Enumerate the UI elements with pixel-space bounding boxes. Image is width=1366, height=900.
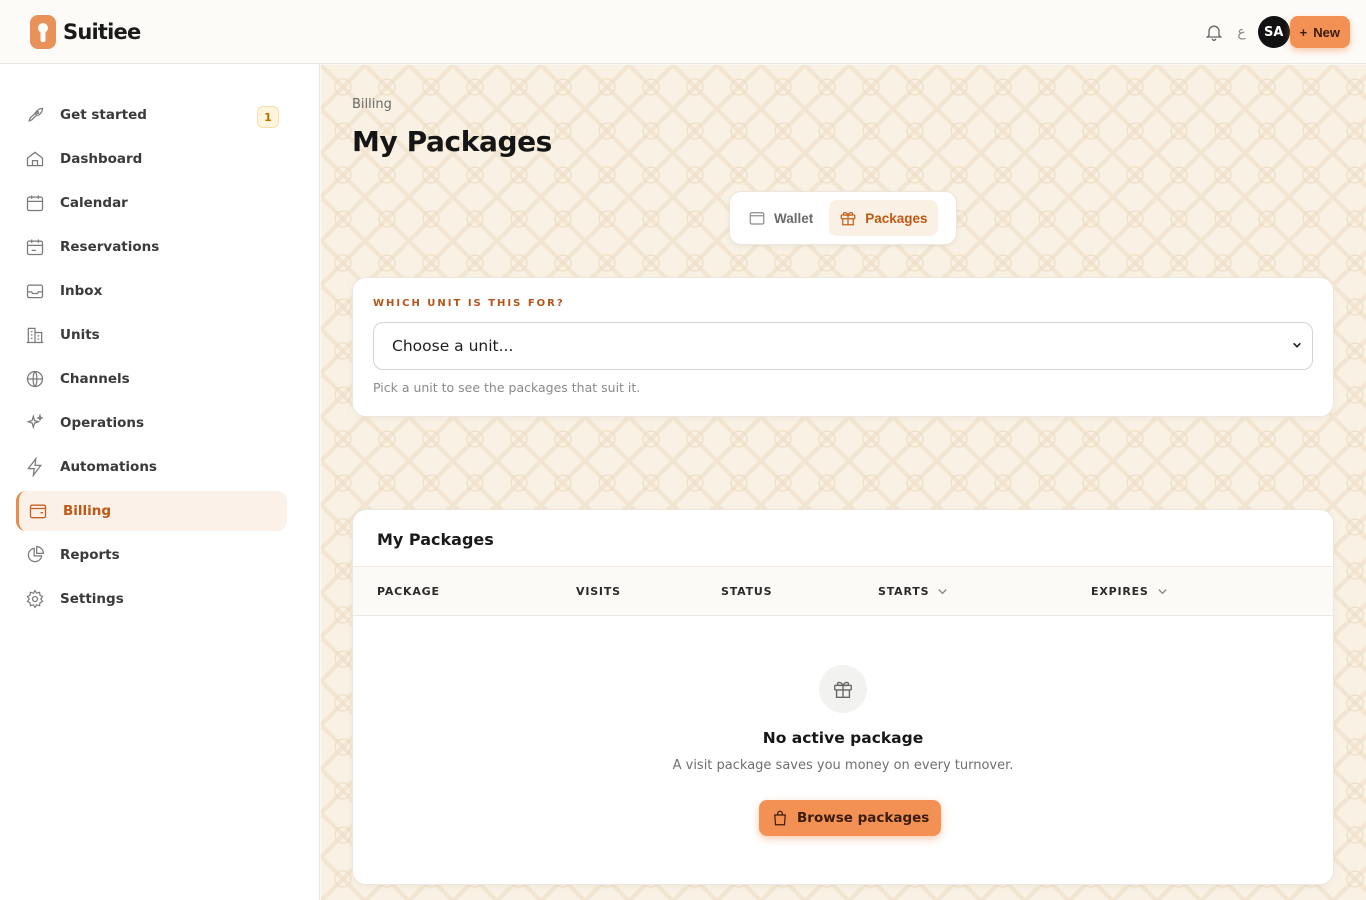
sidebar-item-label: Billing — [63, 503, 112, 519]
bell-icon — [1206, 25, 1223, 41]
rocket-icon — [24, 104, 46, 126]
plus-icon: + — [1299, 24, 1308, 40]
unit-picker-card: WHICH UNIT IS THIS FOR? Choose a unit...… — [352, 277, 1334, 417]
chevron-down-icon — [1292, 339, 1302, 353]
column-label: STATUS — [721, 585, 773, 598]
empty-state-title: No active package — [762, 729, 924, 747]
sidebar-item-label: Reservations — [60, 239, 160, 255]
wallet-icon — [749, 212, 765, 225]
column-status: STATUS — [721, 585, 772, 598]
sidebar-item-billing[interactable]: Billing — [16, 491, 287, 531]
new-button[interactable]: + New — [1289, 16, 1350, 48]
sidebar-item-reservations[interactable]: Reservations — [16, 227, 287, 267]
column-package: PACKAGE — [377, 585, 440, 598]
bolt-icon — [24, 456, 46, 478]
gear-icon — [24, 588, 46, 610]
sort-chevron-icon — [1158, 589, 1167, 595]
sidebar-item-dashboard[interactable]: Dashboard — [16, 139, 287, 179]
column-label: EXPIRES — [1091, 585, 1149, 598]
sidebar-item-label: Calendar — [60, 195, 128, 211]
language-switch[interactable]: ع — [1237, 24, 1245, 40]
gift-icon — [840, 211, 856, 226]
gift-icon — [819, 665, 867, 713]
sidebar-item-label: Inbox — [60, 283, 103, 299]
column-label: PACKAGE — [377, 585, 440, 598]
sidebar-item-automations[interactable]: Automations — [16, 447, 287, 487]
sidebar-item-label: Reports — [60, 547, 120, 563]
column-label: STARTS — [878, 585, 930, 598]
sidebar: Get started 1 Dashboard Calendar Reserva… — [0, 64, 320, 900]
tab-label: Packages — [865, 210, 928, 226]
sidebar-item-label: Get started — [60, 107, 147, 123]
sparkles-icon — [24, 412, 46, 434]
sidebar-item-label: Units — [60, 327, 100, 343]
calendar-icon — [24, 192, 46, 214]
inbox-icon — [24, 280, 46, 302]
tab-wallet[interactable]: Wallet — [738, 200, 823, 236]
sidebar-item-label: Channels — [60, 371, 130, 387]
tab-label: Wallet — [774, 210, 814, 226]
main-content: Billing My Packages Wallet Packages WHIC… — [321, 65, 1366, 900]
brand[interactable]: Suitiee — [30, 15, 141, 49]
sidebar-item-operations[interactable]: Operations — [16, 403, 287, 443]
page-title: My Packages — [352, 125, 552, 158]
column-expires[interactable]: EXPIRES — [1091, 585, 1168, 598]
get-started-badge: 1 — [257, 106, 279, 128]
brand-name: Suitiee — [63, 20, 141, 44]
breadcrumb[interactable]: Billing — [352, 97, 392, 112]
notifications-button[interactable] — [1199, 17, 1229, 47]
tab-packages[interactable]: Packages — [829, 200, 938, 236]
browse-packages-button[interactable]: Browse packages — [759, 800, 942, 836]
sidebar-item-calendar[interactable]: Calendar — [16, 183, 287, 223]
globe-icon — [24, 368, 46, 390]
sidebar-item-label: Operations — [60, 415, 145, 431]
column-starts[interactable]: STARTS — [878, 585, 948, 598]
unit-picker-hint: Pick a unit to see the packages that sui… — [373, 380, 641, 395]
unit-select-value: Choose a unit... — [392, 337, 514, 355]
reservations-icon — [24, 236, 46, 258]
browse-packages-label: Browse packages — [797, 810, 930, 826]
packages-table-header: PACKAGE VISITS STATUS STARTS EXPIRES — [353, 566, 1333, 616]
sidebar-item-reports[interactable]: Reports — [16, 535, 287, 575]
packages-card-title: My Packages — [377, 530, 494, 549]
sidebar-item-label: Settings — [60, 591, 124, 607]
sidebar-item-inbox[interactable]: Inbox — [16, 271, 287, 311]
unit-picker-label: WHICH UNIT IS THIS FOR? — [373, 298, 565, 309]
column-visits: VISITS — [576, 585, 621, 598]
user-avatar[interactable]: SA — [1257, 16, 1290, 48]
sidebar-item-channels[interactable]: Channels — [16, 359, 287, 399]
top-bar: Suitiee ع SA + New — [0, 0, 1366, 64]
sidebar-item-label: Dashboard — [60, 151, 143, 167]
unit-select[interactable]: Choose a unit... — [373, 322, 1313, 370]
sort-chevron-icon — [938, 589, 947, 595]
sidebar-item-get-started[interactable]: Get started 1 — [16, 95, 287, 135]
empty-state-subtitle: A visit package saves you money on every… — [672, 758, 1014, 773]
new-button-label: New — [1313, 24, 1340, 40]
sidebar-item-units[interactable]: Units — [16, 315, 287, 355]
sidebar-item-settings[interactable]: Settings — [16, 579, 287, 619]
column-label: VISITS — [576, 585, 621, 598]
shopping-bag-icon — [774, 810, 786, 826]
wallet-icon — [27, 500, 49, 522]
home-icon — [24, 148, 46, 170]
pie-chart-icon — [24, 544, 46, 566]
billing-tabs: Wallet Packages — [729, 191, 957, 245]
sidebar-item-label: Automations — [60, 459, 157, 475]
suitiee-logo-icon — [30, 15, 56, 49]
building-icon — [24, 324, 46, 346]
packages-card: My Packages PACKAGE VISITS STATUS STARTS… — [352, 509, 1334, 885]
